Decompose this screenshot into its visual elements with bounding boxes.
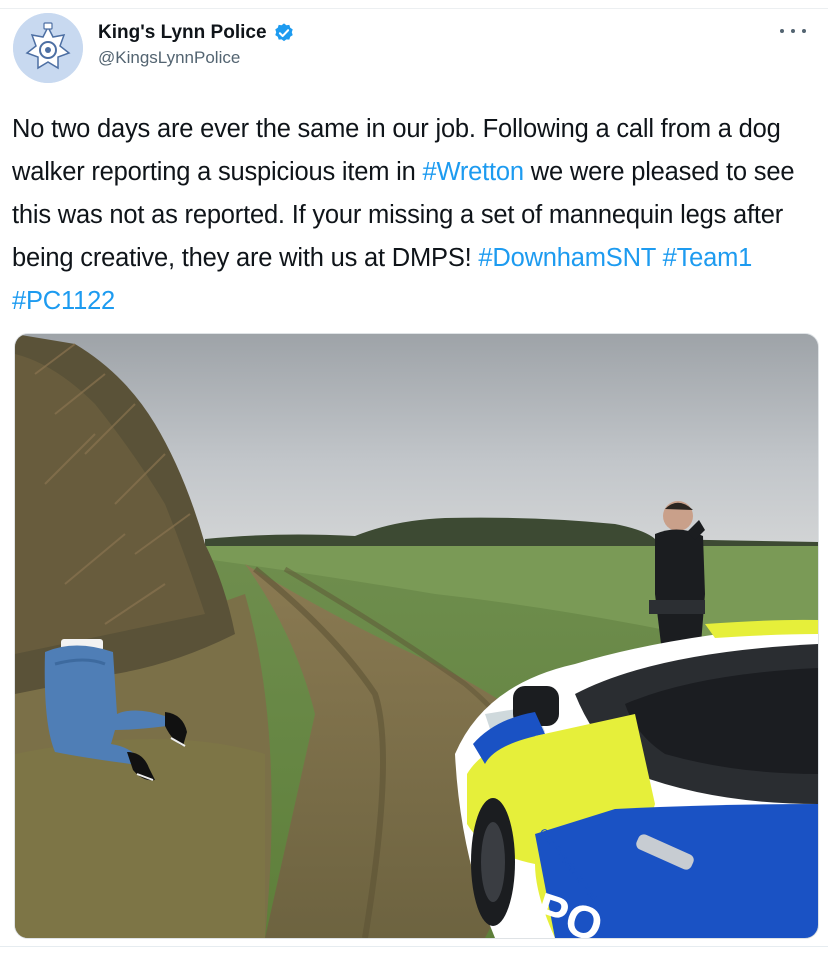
photo-scene: Our Priority is You PO (15, 334, 818, 938)
top-divider (0, 8, 828, 9)
tweet-card: King's Lynn Police @KingsLynnPolice No t… (0, 0, 828, 956)
bottom-divider (0, 946, 828, 947)
verified-badge-icon (274, 23, 293, 42)
hashtag-link[interactable]: #Team1 (663, 244, 753, 272)
avatar[interactable] (13, 13, 83, 83)
display-name[interactable]: King's Lynn Police (98, 22, 267, 44)
tweet-text: No two days are ever the same in our job… (12, 108, 820, 323)
police-crest-icon (13, 13, 83, 83)
tweet-text-segment (656, 244, 663, 272)
tweet-photo[interactable]: Our Priority is You PO (14, 333, 819, 939)
hashtag-link[interactable]: #PC1122 (12, 287, 115, 315)
hashtag-link[interactable]: #DownhamSNT (478, 244, 656, 272)
handle[interactable]: @KingsLynnPolice (98, 48, 295, 68)
hashtag-link[interactable]: #Wretton (423, 158, 525, 186)
author-info[interactable]: King's Lynn Police @KingsLynnPolice (98, 22, 295, 68)
more-options-icon[interactable] (780, 26, 806, 36)
